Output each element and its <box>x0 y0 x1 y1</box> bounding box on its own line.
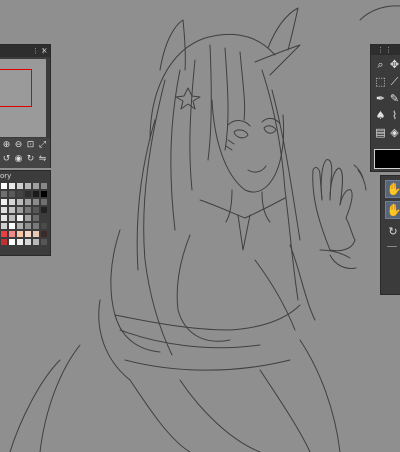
brush-icon[interactable]: ♠ <box>374 109 387 122</box>
zoom-icon[interactable]: ⌕ <box>374 58 387 71</box>
color-swatch[interactable] <box>9 191 15 197</box>
zoom-out-icon[interactable]: ⊖ <box>13 140 24 151</box>
slider-track[interactable] <box>387 246 397 247</box>
color-swatch[interactable] <box>33 199 39 205</box>
color-swatch[interactable] <box>41 199 47 205</box>
color-swatch[interactable] <box>17 223 23 229</box>
color-swatch[interactable] <box>33 223 39 229</box>
color-swatch[interactable] <box>41 207 47 213</box>
color-swatch[interactable] <box>25 239 31 245</box>
color-swatch[interactable] <box>9 239 15 245</box>
color-swatch[interactable] <box>41 215 47 221</box>
color-swatch[interactable] <box>9 215 15 221</box>
color-swatch[interactable] <box>41 239 47 245</box>
eyedropper-icon[interactable]: ⟋ <box>388 75 400 88</box>
current-color-chip[interactable] <box>374 149 400 169</box>
color-swatch[interactable] <box>9 223 15 229</box>
color-swatch[interactable] <box>1 239 7 245</box>
color-swatch[interactable] <box>17 239 23 245</box>
color-swatch[interactable] <box>9 231 15 237</box>
color-swatch[interactable] <box>1 207 7 213</box>
reset-icon[interactable]: ◉ <box>13 154 24 165</box>
tool-panel-titlebar[interactable]: ⋮⋮ <box>371 45 400 55</box>
color-swatch[interactable] <box>9 199 15 205</box>
move-icon[interactable]: ✥ <box>388 58 400 71</box>
refresh-icon[interactable]: ↻ <box>387 226 399 238</box>
color-swatch[interactable] <box>1 231 7 237</box>
color-swatch[interactable] <box>17 183 23 189</box>
color-swatch[interactable] <box>33 239 39 245</box>
pencil-icon[interactable]: ✎ <box>388 92 400 105</box>
color-swatch[interactable] <box>33 183 39 189</box>
color-swatch[interactable] <box>1 215 7 221</box>
color-swatch[interactable] <box>1 183 7 189</box>
flip-icon[interactable]: ⇋ <box>37 154 48 165</box>
color-swatch[interactable] <box>41 223 47 229</box>
rotate-right-icon[interactable]: ↻ <box>25 154 36 165</box>
navigator-panel: ⋮⋮ × <box>0 44 51 140</box>
tool-panel: ⋮⋮ ⌕ ✥ ⬚ ⟋ ✒ ✎ ♠ ⌇ ▤ ◈ <box>370 44 400 172</box>
color-swatch[interactable] <box>9 183 15 189</box>
color-swatch[interactable] <box>17 215 23 221</box>
color-swatch[interactable] <box>41 231 47 237</box>
color-swatch[interactable] <box>25 183 31 189</box>
fullscreen-icon[interactable]: ⤢ <box>37 140 48 151</box>
navigator-titlebar[interactable]: ⋮⋮ × <box>0 45 50 57</box>
zoom-in-icon[interactable]: ⊕ <box>1 140 12 151</box>
color-swatch[interactable] <box>1 223 7 229</box>
navigator-preview[interactable] <box>0 59 46 137</box>
sub-tool-panel: ✋ ✋ ↻ <box>380 175 400 295</box>
color-swatch[interactable] <box>33 231 39 237</box>
pen-icon[interactable]: ✒ <box>374 92 387 105</box>
color-swatch[interactable] <box>33 191 39 197</box>
drawing-canvas[interactable] <box>0 0 400 452</box>
eraser-icon[interactable]: ▤ <box>374 126 387 139</box>
color-swatch[interactable] <box>41 191 47 197</box>
fill-icon[interactable]: ◈ <box>388 126 400 139</box>
sketch-artwork <box>9 5 400 452</box>
color-swatch[interactable] <box>25 223 31 229</box>
color-swatch[interactable] <box>1 191 7 197</box>
airbrush-icon[interactable]: ⌇ <box>388 109 400 122</box>
hand-icon[interactable]: ✋ <box>385 201 400 219</box>
rotate-left-icon[interactable]: ↺ <box>1 154 12 165</box>
navigator-toolbar: ⊕ ⊖ ⊡ ⤢ ↺ ◉ ↻ ⇋ <box>0 138 51 168</box>
color-swatch[interactable] <box>33 215 39 221</box>
color-set-title: ory <box>0 172 12 180</box>
color-swatch[interactable] <box>1 199 7 205</box>
hand-icon[interactable]: ✋ <box>385 180 400 198</box>
color-swatch[interactable] <box>9 207 15 213</box>
color-swatch[interactable] <box>25 199 31 205</box>
color-swatch[interactable] <box>41 183 47 189</box>
color-swatch[interactable] <box>25 231 31 237</box>
fit-icon[interactable]: ⊡ <box>25 140 36 151</box>
color-swatch[interactable] <box>17 207 23 213</box>
color-swatch[interactable] <box>17 199 23 205</box>
color-swatch[interactable] <box>25 191 31 197</box>
color-swatch[interactable] <box>25 215 31 221</box>
navigator-viewbox[interactable] <box>0 69 32 107</box>
select-icon[interactable]: ⬚ <box>374 75 387 88</box>
close-icon[interactable]: × <box>41 46 48 56</box>
color-swatch[interactable] <box>25 207 31 213</box>
color-swatch[interactable] <box>33 207 39 213</box>
color-swatch[interactable] <box>17 231 23 237</box>
color-swatch[interactable] <box>17 191 23 197</box>
panel-grip-icon[interactable]: ⋮⋮ <box>377 46 393 54</box>
color-set-panel: ory <box>0 170 51 256</box>
